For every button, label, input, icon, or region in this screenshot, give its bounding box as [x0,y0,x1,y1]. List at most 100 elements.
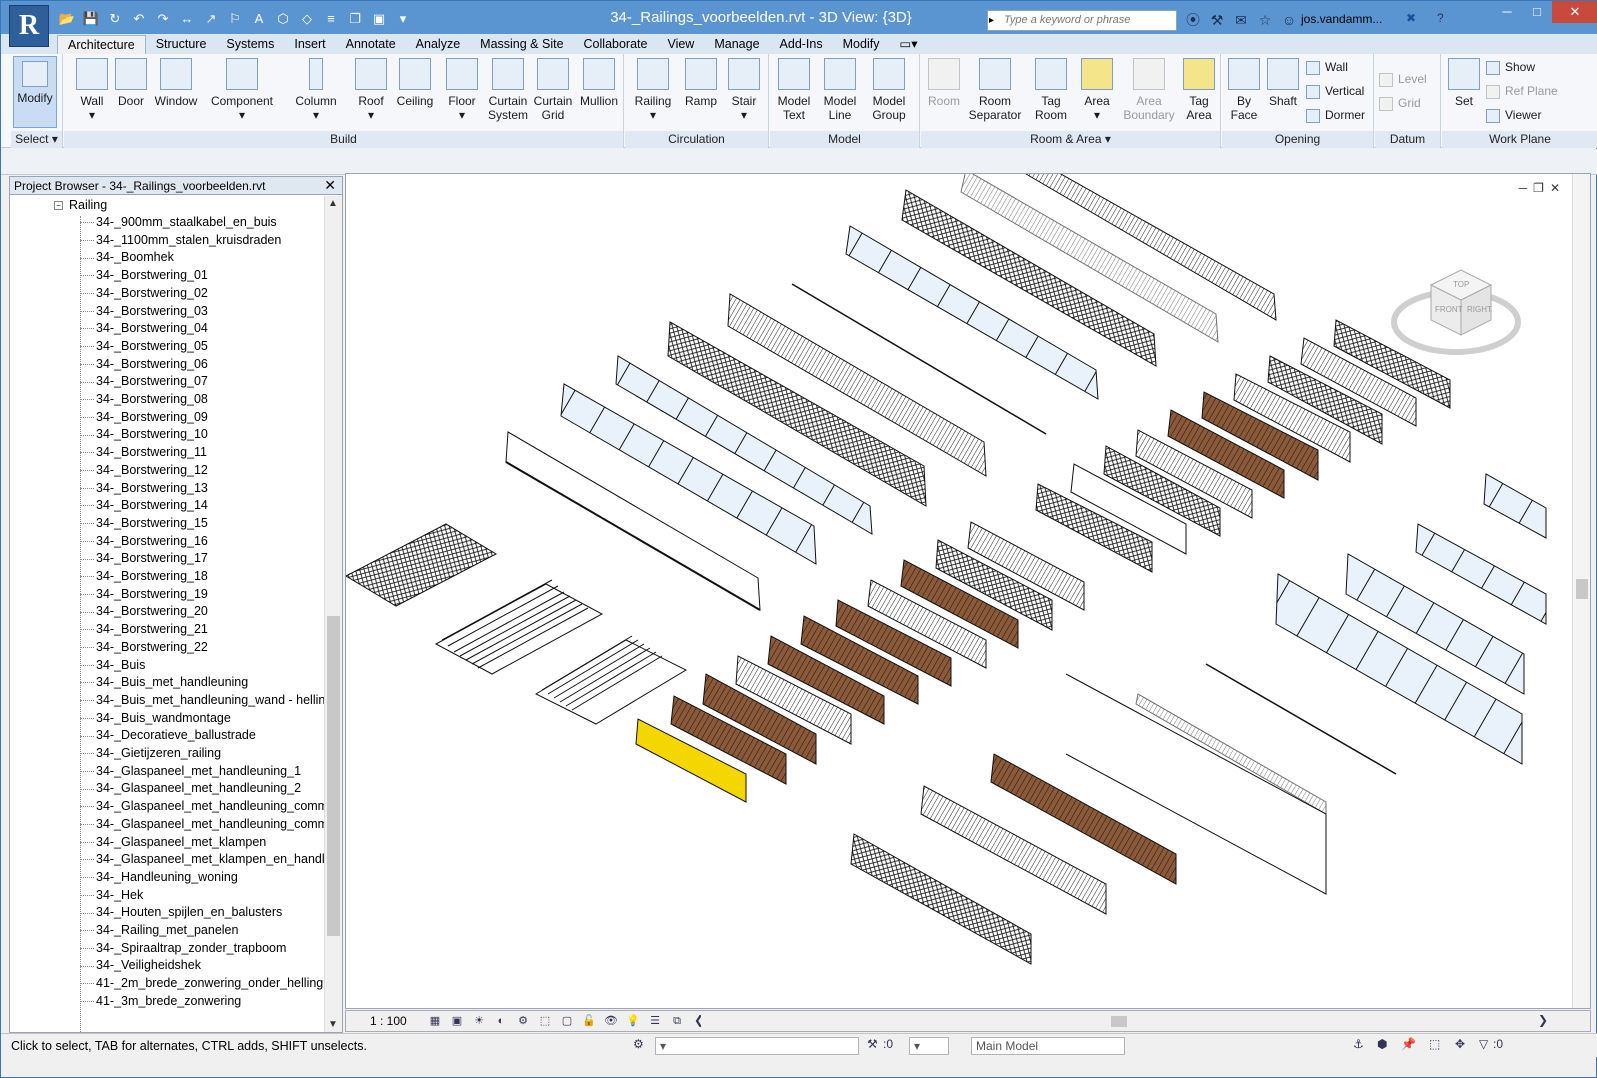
select-by-face-icon[interactable]: ⬚ [1429,1037,1440,1051]
tree-item[interactable]: 34-_Borstwering_12 [80,463,208,481]
temp-view-props-icon[interactable]: ☰ [646,1012,664,1030]
tab-massing-site[interactable]: Massing & Site [470,35,573,54]
tab-collaborate[interactable]: Collaborate [574,35,658,54]
thin-lines-icon[interactable]: ≡ [321,9,341,29]
tree-item[interactable]: 34-_Borstwering_13 [80,481,208,499]
subscription-icon[interactable]: ⚒ [1208,10,1226,30]
shadows-icon[interactable]: ◐ [492,1012,510,1030]
viewer-button[interactable]: Viewer [1486,108,1541,123]
tree-item[interactable]: 34-_Buis [80,658,145,676]
viewcube-right-label[interactable]: RIGHT [1467,305,1492,314]
curtain-grid-button[interactable]: Curtain Grid [532,58,574,122]
tree-item[interactable]: 34-_Hek [80,888,143,906]
open-icon[interactable]: 📂 [57,9,77,29]
close-icon[interactable]: ✕ [1552,1,1597,23]
sync-icon[interactable]: ↻ [105,9,125,29]
tree-item[interactable]: 34-_900mm_staalkabel_en_buis [80,215,277,233]
design-option-dropdown[interactable]: ▾ [909,1037,949,1055]
close-icon[interactable]: ✕ [1550,181,1560,195]
tree-item[interactable]: 34-_Glaspaneel_met_handleuning_commerc [80,799,324,817]
tab-insert[interactable]: Insert [284,35,335,54]
save-icon[interactable]: 💾 [81,9,101,29]
maximize-icon[interactable]: □ [1522,1,1552,23]
panel-title-select[interactable]: Select ▾ [11,131,62,148]
tag-room-button[interactable]: Tag Room [1029,58,1073,122]
drag-elements-icon[interactable]: ✥ [1455,1037,1465,1051]
stair-button[interactable]: Stair ▾ [725,58,763,122]
room-separator-button[interactable]: Room Separator [965,58,1025,122]
wall-button[interactable]: Wall ▾ [72,58,112,122]
view-horizontal-scrollbar[interactable] [701,1014,1561,1029]
area-button[interactable]: Area ▾ [1077,58,1117,122]
view-scale[interactable]: 1 : 100 [370,1014,407,1028]
tag-area-button[interactable]: Tag Area [1179,58,1219,122]
tree-item[interactable]: 34-_Borstwering_08 [80,392,208,410]
window-button[interactable]: Window [152,58,200,108]
restore-icon[interactable]: ❐ [1533,181,1544,195]
tag-icon[interactable]: ⚐ [225,9,245,29]
tab-manage[interactable]: Manage [704,35,769,54]
undo-icon[interactable]: ↶ [129,9,149,29]
tree-item[interactable]: 34-_Buis_wandmontage [80,711,231,729]
scroll-right-icon[interactable]: ❯ [1538,1013,1548,1027]
tree-node-railing[interactable]: − Railing [54,198,107,212]
editable-only-icon[interactable]: ⚒ [867,1037,878,1051]
tree-item[interactable]: 34-_Spiraaltrap_zonder_trapboom [80,941,286,959]
close-hidden-icon[interactable]: ❐ [345,9,365,29]
3d-view-canvas[interactable]: TOP FRONT RIGHT ─ ❐ ✕ [345,173,1591,1009]
ceiling-button[interactable]: Ceiling [394,58,436,108]
tree-item[interactable]: 34-_Borstwering_10 [80,427,208,445]
railing-button[interactable]: Railing ▾ [631,58,675,122]
panel-title-room-area[interactable]: Room & Area ▾ [921,131,1220,148]
sun-path-icon[interactable]: ☀ [470,1012,488,1030]
tree-item[interactable]: 34-_Boomhek [80,250,174,268]
text-icon[interactable]: A [249,9,269,29]
tab-view[interactable]: View [657,35,704,54]
analytical-model-icon[interactable]: ⧉ [668,1012,686,1030]
tree-item[interactable]: 34-_Borstwering_02 [80,286,208,304]
tree-item[interactable]: 41-_2m_brede_zonwering_onder_helling [80,976,323,994]
select-pinned-icon[interactable]: 📌 [1401,1037,1416,1051]
tab-annotate[interactable]: Annotate [336,35,406,54]
select-links-icon[interactable]: ⚓ [1353,1037,1364,1051]
component-button[interactable]: Component ▾ [206,58,278,122]
tree-item[interactable]: 34-_Decoratieve_ballustrade [80,728,256,746]
tree-item[interactable]: 34-_Buis_met_handleuning [80,675,248,693]
tree-item[interactable]: 34-_Railing_met_panelen [80,923,238,941]
by-face-button[interactable]: By Face [1226,58,1262,122]
viewcube-top-label[interactable]: TOP [1453,280,1469,289]
favorites-icon[interactable]: ☆ [1256,10,1274,30]
search-input[interactable]: Type a keyword or phrase [987,10,1177,31]
customize-qat-icon[interactable]: ▾ [393,9,413,29]
tree-item[interactable]: 34-_Borstwering_15 [80,516,208,534]
dimension-icon[interactable]: ↗ [201,9,221,29]
close-icon[interactable]: ✕ [324,177,336,194]
tree-item[interactable]: 34-_Glaspaneel_met_klampen [80,835,266,853]
shaft-button[interactable]: Shaft [1264,58,1302,108]
tree-item[interactable]: 34-_Borstwering_07 [80,374,208,392]
view-vertical-scrollbar[interactable] [1572,174,1590,1008]
tab-add-ins[interactable]: Add-Ins [770,35,833,54]
tree-item[interactable]: 34-_Borstwering_16 [80,534,208,552]
switch-windows-icon[interactable]: ▣ [369,9,389,29]
model-line-button[interactable]: Model Line [820,58,860,122]
tree-item[interactable]: 34-_Glaspaneel_met_handleuning_2 [80,781,301,799]
viewcube-front-label[interactable]: FRONT [1435,305,1463,314]
tree-item[interactable]: 34-_Borstwering_01 [80,268,208,286]
scroll-thumb[interactable] [1111,1016,1127,1027]
tree-item[interactable]: 41-_3m_brede_zonwering [80,994,241,1012]
tree-item[interactable]: 34-_Borstwering_20 [80,604,208,622]
tree-item[interactable]: 34-_Borstwering_22 [80,640,208,658]
3d-view-icon[interactable]: ⬡ [273,9,293,29]
tree-item[interactable]: 34-_Buis_met_handleuning_wand - helling [80,693,324,711]
measure-icon[interactable]: ↔ [177,9,197,29]
tree-item[interactable]: 34-_Borstwering_03 [80,304,208,322]
floor-button[interactable]: Floor ▾ [442,58,482,122]
filter-icon[interactable]: ▽ [1479,1037,1488,1051]
visual-style-icon[interactable]: ▣ [448,1012,466,1030]
app-menu-button[interactable]: R [9,5,49,47]
tree-item[interactable]: 34-_Veiligheidshek [80,958,201,976]
tab-analyze[interactable]: Analyze [406,35,470,54]
binoculars-icon[interactable]: ⦿ [1184,10,1202,30]
select-underlay-icon[interactable]: ⬢ [1377,1037,1387,1051]
